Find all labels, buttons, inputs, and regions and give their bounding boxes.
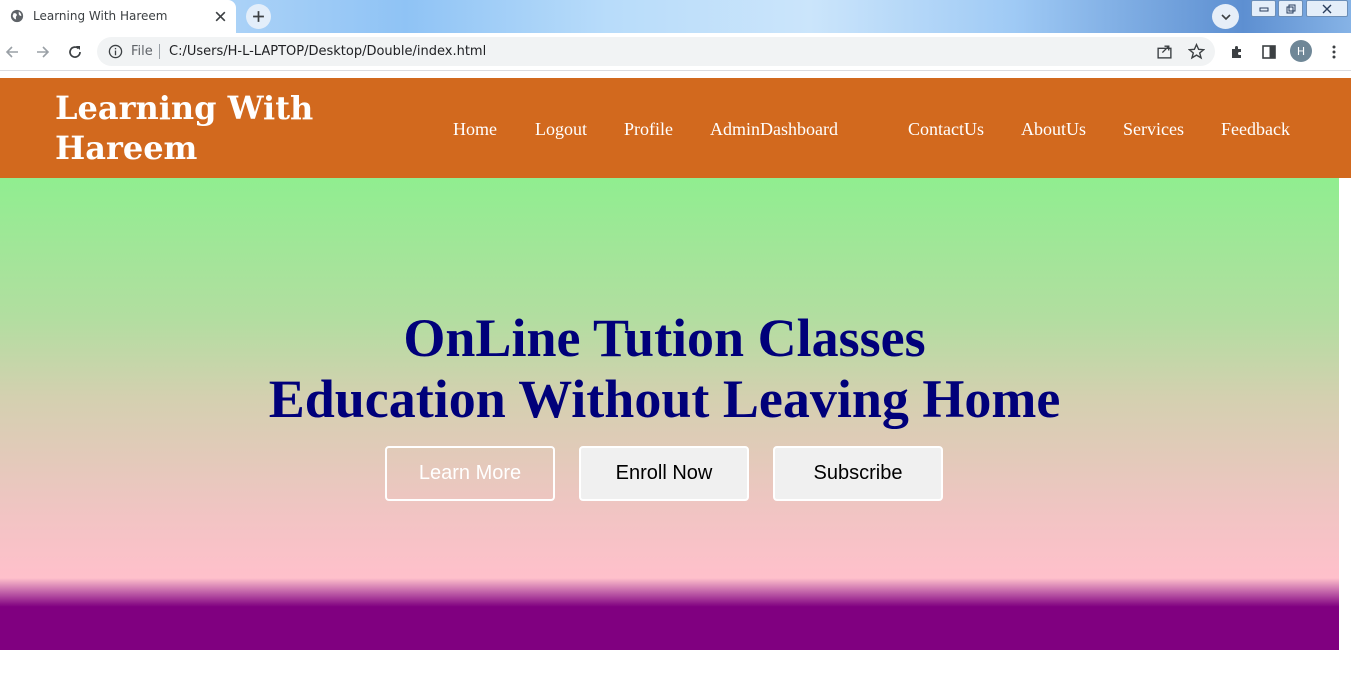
more-vertical-icon <box>1332 45 1335 58</box>
footer-band <box>0 578 1339 650</box>
bookmark-star-icon[interactable] <box>1188 43 1205 60</box>
top-gap <box>0 71 1351 78</box>
close-tab-icon[interactable] <box>214 10 227 23</box>
url-text[interactable]: C:/Users/H-L-LAPTOP/Desktop/Double/index… <box>169 44 486 59</box>
hero-title-line-2: Education Without Leaving Home <box>268 369 1061 429</box>
puzzle-icon <box>1231 45 1241 58</box>
reload-icon <box>68 45 81 58</box>
site-nav: Home Logout Profile AdminDashboard Conta… <box>0 119 1351 143</box>
enroll-now-button[interactable]: Enroll Now <box>579 446 749 501</box>
page-viewport: Learning With Hareem Home Logout Profile… <box>0 71 1351 693</box>
minimize-window-button[interactable] <box>1251 0 1276 17</box>
side-panel-icon <box>1261 44 1276 59</box>
close-window-button[interactable] <box>1306 0 1348 17</box>
browser-toolbar: File C:/Users/H-L-LAPTOP/Desktop/Double/… <box>0 33 1351 70</box>
learn-more-button[interactable]: Learn More <box>385 446 555 501</box>
nav-feedback[interactable]: Feedback <box>1221 119 1290 140</box>
browser-tab[interactable]: Learning With Hareem <box>0 0 236 33</box>
tab-title: Learning With Hareem <box>33 9 168 23</box>
nav-contact-us[interactable]: ContactUs <box>908 119 984 140</box>
nav-services[interactable]: Services <box>1123 119 1184 140</box>
scrollbar-gutter <box>1339 178 1351 650</box>
nav-logout[interactable]: Logout <box>535 119 587 140</box>
side-panel-button[interactable] <box>1259 42 1278 61</box>
forward-button[interactable] <box>33 42 52 61</box>
minimize-icon <box>1259 7 1268 11</box>
nav-profile[interactable]: Profile <box>624 119 673 140</box>
browser-tab-strip: Learning With Hareem <box>0 0 1351 33</box>
reload-button[interactable] <box>65 42 84 61</box>
share-icon[interactable] <box>1156 43 1173 60</box>
close-icon <box>1322 4 1332 13</box>
arrow-right-icon <box>36 45 49 58</box>
arrow-left-icon <box>5 45 18 58</box>
browser-menu-button[interactable] <box>1324 42 1343 61</box>
extensions-button[interactable] <box>1227 42 1246 61</box>
omnibox-separator <box>159 44 160 59</box>
nav-about-us[interactable]: AboutUs <box>1021 119 1086 140</box>
back-button[interactable] <box>2 42 21 61</box>
site-header: Learning With Hareem Home Logout Profile… <box>0 78 1351 178</box>
url-scheme-label: File <box>131 44 153 59</box>
globe-icon <box>10 9 24 23</box>
restore-icon <box>1286 4 1295 13</box>
tab-search-button[interactable] <box>1212 4 1239 29</box>
nav-home[interactable]: Home <box>453 119 497 140</box>
hero-section: OnLine Tution Classes Education Without … <box>0 178 1339 578</box>
info-icon[interactable] <box>108 44 123 59</box>
restore-window-button[interactable] <box>1278 0 1303 17</box>
hero-title-line-1: OnLine Tution Classes <box>403 308 926 368</box>
plus-icon <box>253 11 264 22</box>
profile-avatar[interactable]: H <box>1290 40 1312 62</box>
address-bar[interactable]: File C:/Users/H-L-LAPTOP/Desktop/Double/… <box>97 37 1215 66</box>
subscribe-button[interactable]: Subscribe <box>773 446 943 501</box>
new-tab-button[interactable] <box>246 4 271 29</box>
chevron-down-icon <box>1220 13 1231 20</box>
nav-admin-dashboard[interactable]: AdminDashboard <box>710 119 838 140</box>
